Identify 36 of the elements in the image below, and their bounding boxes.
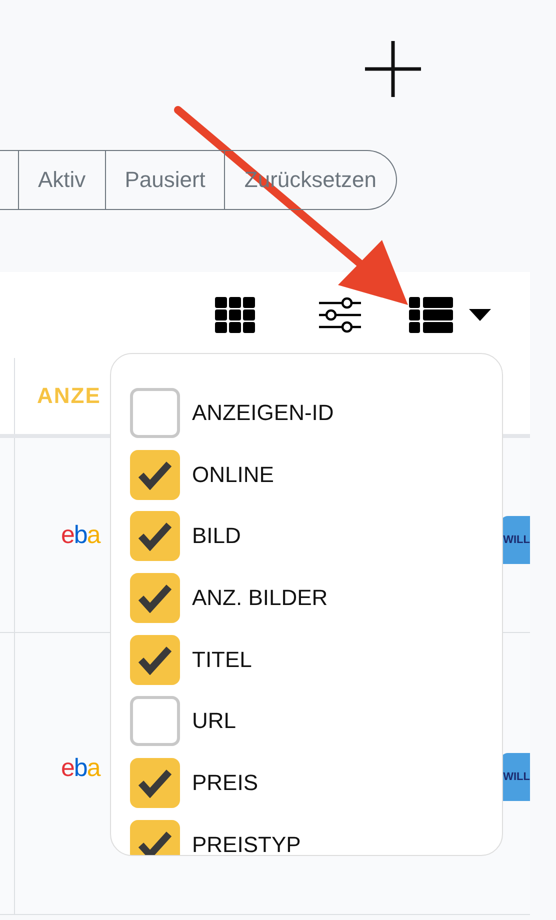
column-option-label: URL [192,708,236,734]
marketplace-logo: eba [61,754,100,783]
grid-icon [215,297,257,333]
column-option-label: PREIS [192,770,258,796]
checkbox[interactable] [130,388,180,438]
list-icon [409,297,453,333]
sliders-icon [319,297,361,333]
column-option-label: BILD [192,523,241,550]
checkbox[interactable] [130,820,180,855]
column-option-label: ONLINE [192,462,274,488]
column-header: ANZE [36,382,101,410]
marketplace-logo: eba [61,520,100,550]
filter-button[interactable]: Pausiert [106,150,226,210]
checkbox[interactable] [130,450,180,500]
column-option-label: TITEL [192,646,252,673]
checkmark-icon [138,830,172,855]
checkmark-icon [138,582,172,613]
logo-badge: WILL [500,516,530,564]
column-toggle-button[interactable] [409,297,491,333]
checkmark-icon [138,644,172,675]
checkbox[interactable] [130,758,180,808]
filter-button[interactable] [0,150,19,210]
checkmark-icon [138,460,172,490]
column-option-label: ANZEIGEN-ID [192,400,334,426]
checkmark-icon [138,521,172,552]
filter-button[interactable]: Aktiv [19,150,106,210]
column-option-label: ANZ. BILDER [192,584,328,611]
column-option-label: PREISTYP [192,832,301,855]
logo-badge: WILL [500,753,530,801]
caret-icon [469,309,491,321]
checkbox[interactable] [130,696,180,746]
checkbox[interactable] [130,634,180,685]
checkbox[interactable] [130,511,180,562]
checkmark-icon [138,768,172,798]
plus-icon[interactable] [363,39,423,99]
checkbox[interactable] [130,572,180,623]
